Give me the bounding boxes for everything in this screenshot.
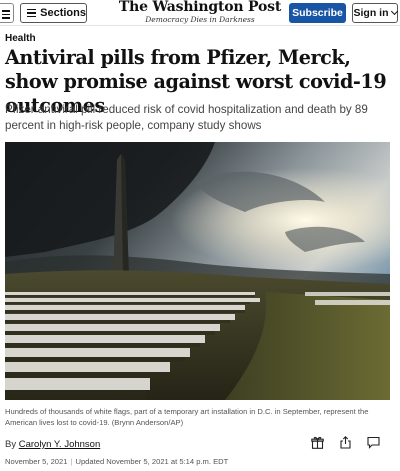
date-separator: |	[70, 457, 73, 466]
subscribe-button[interactable]: Subscribe	[289, 3, 346, 23]
side-menu-tab[interactable]	[0, 3, 14, 23]
sections-button[interactable]: Sections	[20, 3, 87, 23]
logo-wordmark: The Washington Post	[118, 0, 282, 15]
byline-prefix: By	[5, 439, 19, 450]
comment-icon[interactable]	[366, 435, 380, 449]
chevron-down-icon	[390, 7, 398, 16]
article-subheadline: Pfizer antiviral pill reduced risk of co…	[5, 103, 368, 132]
author-link[interactable]: Carolyn Y. Johnson	[19, 439, 101, 450]
photo-caption: Hundreds of thousands of white flags, pa…	[5, 407, 369, 427]
top-navigation-bar: Sections The Washington Post Democracy D…	[0, 0, 400, 26]
byline: By Carolyn Y. Johnson	[5, 439, 100, 450]
hamburger-icon	[27, 9, 36, 17]
masthead[interactable]: The Washington Post Democracy Dies in Da…	[110, 0, 290, 24]
section-kicker[interactable]: Health	[5, 33, 36, 44]
article-actions	[310, 435, 380, 449]
sign-in-button[interactable]: Sign in	[352, 3, 398, 23]
updated-date: Updated November 5, 2021 at 5:14 p.m. ED…	[75, 457, 229, 466]
published-date: November 5, 2021	[5, 457, 68, 466]
lead-photo-illustration	[5, 142, 390, 400]
share-icon[interactable]	[338, 435, 352, 449]
lead-photo	[5, 142, 390, 400]
sections-label: Sections	[40, 7, 86, 19]
publish-dates: November 5, 2021 | Updated November 5, 202…	[5, 457, 228, 466]
sign-in-label: Sign in	[353, 7, 389, 19]
tagline: Democracy Dies in Darkness	[145, 15, 255, 24]
gift-icon[interactable]	[310, 435, 324, 449]
